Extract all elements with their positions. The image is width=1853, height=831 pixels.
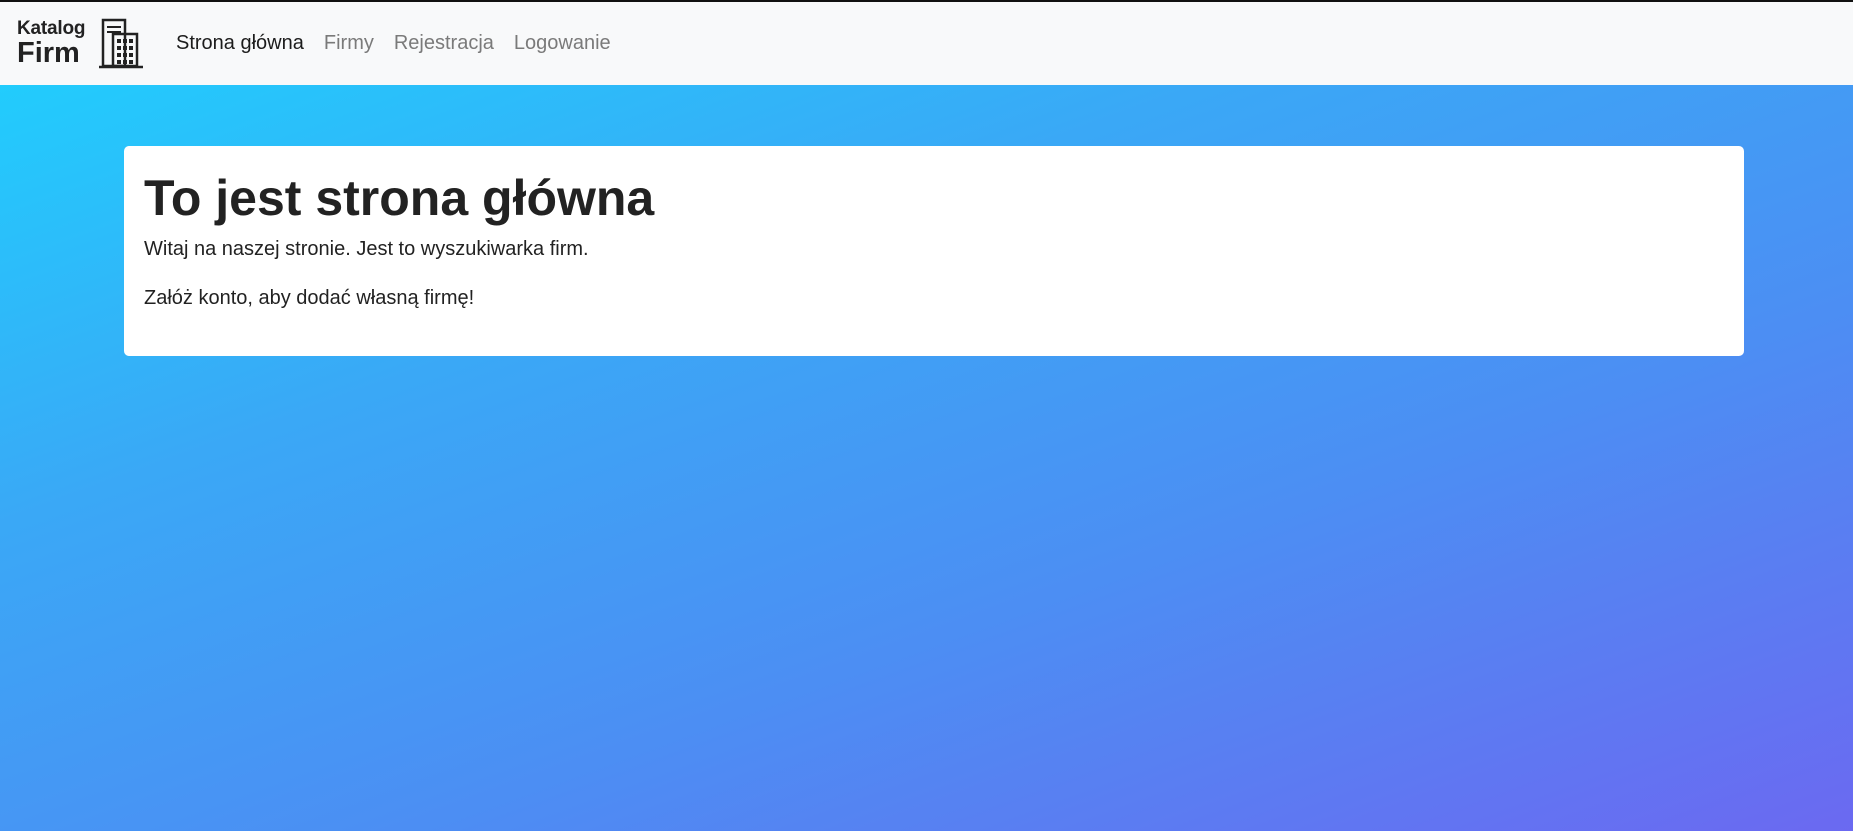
welcome-card: To jest strona główna Witaj na naszej st… <box>124 146 1744 356</box>
page-title: To jest strona główna <box>144 170 655 226</box>
brand-line1: Katalog <box>17 18 86 39</box>
nav-link-login[interactable]: Logowanie <box>514 32 611 55</box>
welcome-text: Witaj na naszej stronie. Jest to wyszuki… <box>144 238 589 260</box>
signup-prompt: Załóż konto, aby dodać własną firmę! <box>144 287 475 309</box>
brand-line2: Firm <box>17 37 80 69</box>
brand-logo[interactable]: Katalog Firm <box>17 18 143 70</box>
building-icon <box>99 18 143 68</box>
nav-link-register[interactable]: Rejestracja <box>394 32 494 55</box>
nav-links: Strona główna Firmy Rejestracja Logowani… <box>176 32 631 55</box>
navbar: Katalog Firm Strona główna Firmy Rejestr… <box>0 2 1853 85</box>
brand-text: Katalog Firm <box>17 19 85 68</box>
nav-link-home[interactable]: Strona główna <box>176 32 304 55</box>
nav-link-companies[interactable]: Firmy <box>324 32 374 55</box>
